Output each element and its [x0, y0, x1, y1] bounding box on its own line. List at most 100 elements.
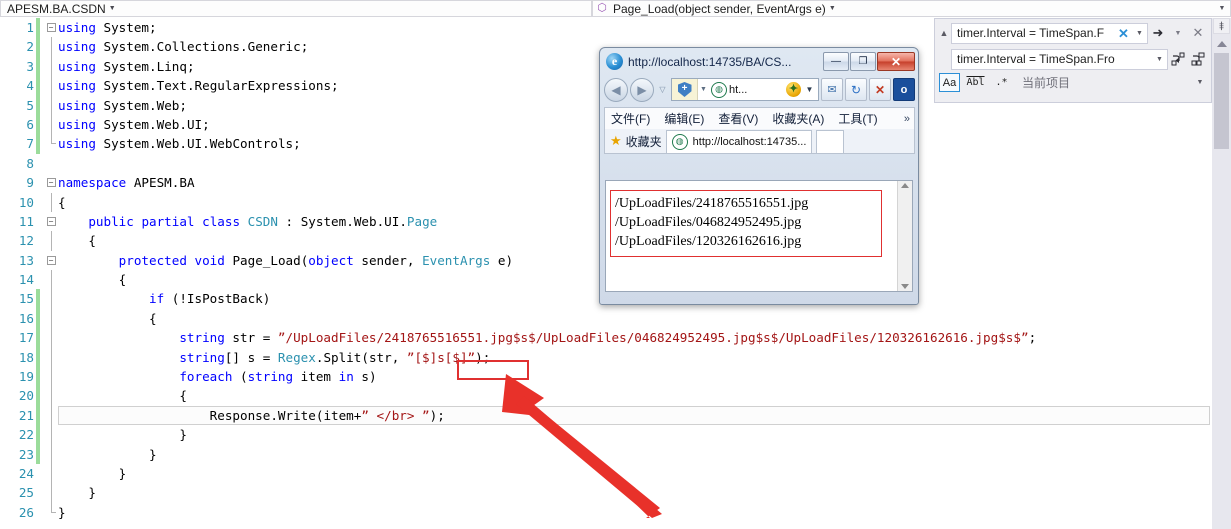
chevron-down-icon[interactable]: ▼	[801, 85, 818, 94]
outlook-app-icon[interactable]: o	[893, 78, 915, 101]
code-line[interactable]: 19 foreach (string item in s)	[0, 367, 1212, 387]
line-number: 12	[18, 233, 34, 249]
menu-item-edit[interactable]: 编辑(E)	[664, 110, 704, 127]
menu-item-favorites[interactable]: 收藏夹(A)	[772, 110, 824, 127]
browser-tab[interactable]: ◍ http://localhost:14735...	[665, 129, 813, 153]
outlining-toggle[interactable]: −	[44, 18, 58, 37]
outlining-toggle[interactable]	[44, 289, 58, 309]
scrollbar-thumb[interactable]	[1214, 53, 1229, 149]
address-bar[interactable]: + ▼ ◍ ht... ✦ ▼	[671, 78, 819, 101]
code-line[interactable]: 23 }	[0, 444, 1212, 464]
chevron-down-icon[interactable]: ▽	[656, 85, 669, 94]
mail-page-icon[interactable]: ✉	[821, 78, 843, 101]
line-number: 11	[18, 213, 34, 229]
outlining-toggle[interactable]	[44, 95, 58, 115]
code-line[interactable]: 25 }	[0, 483, 1212, 503]
code-line[interactable]: 16 {	[0, 308, 1212, 329]
use-regex-toggle[interactable]: .*	[991, 73, 1012, 92]
outlining-toggle[interactable]	[44, 405, 58, 426]
outlining-toggle[interactable]	[44, 56, 58, 77]
outlining-toggle[interactable]	[44, 502, 58, 522]
outlining-toggle[interactable]	[44, 114, 58, 135]
code-line[interactable]: 22 }	[0, 425, 1212, 445]
minimize-button[interactable]: —	[823, 52, 849, 71]
code-line-text: {	[58, 233, 96, 249]
outlining-toggle[interactable]	[44, 386, 58, 406]
replace-input[interactable]: timer.Interval = TimeSpan.Fro ▼	[951, 48, 1168, 70]
maximize-button[interactable]: ❐	[850, 52, 876, 71]
outlining-toggle[interactable]	[44, 76, 58, 96]
page-vertical-scrollbar[interactable]	[897, 181, 912, 291]
stop-x-icon[interactable]: ✕	[869, 78, 891, 101]
scroll-down-icon[interactable]	[901, 284, 909, 289]
outlining-toggle[interactable]	[44, 37, 58, 57]
code-line[interactable]: 21 Response.Write(item+” </br> ”);	[0, 405, 1212, 426]
outlining-toggle[interactable]	[44, 134, 58, 153]
menu-item-view[interactable]: 查看(V)	[718, 110, 758, 127]
outlining-toggle[interactable]	[44, 444, 58, 464]
scroll-up-icon[interactable]	[901, 183, 909, 188]
code-line-text: using System.Web.UI.WebControls;	[58, 136, 301, 152]
code-line[interactable]: 24 }	[0, 463, 1212, 484]
favorites-label[interactable]: 收藏夹	[626, 133, 662, 150]
outlining-toggle[interactable]: −	[44, 251, 58, 270]
replace-next-icon[interactable]	[1168, 49, 1188, 70]
outlining-toggle[interactable]: −	[44, 173, 58, 192]
outlining-toggle[interactable]	[44, 463, 58, 484]
chevron-down-icon[interactable]: ▼	[1192, 79, 1208, 86]
chevron-double-right-icon[interactable]: »	[904, 113, 914, 125]
forward-arrow-icon[interactable]: ▶	[630, 77, 654, 102]
code-line[interactable]: 18 string[] s = Regex.Split(str, ”[$]s[$…	[0, 347, 1212, 368]
outlining-toggle[interactable]	[44, 483, 58, 503]
chevron-up-icon[interactable]: ▲	[937, 23, 951, 43]
close-find-button[interactable]: ✕	[1188, 23, 1208, 44]
match-case-label: Aa	[942, 76, 957, 89]
uploaded-files-list: /UpLoadFiles/2418765516551.jpg /UpLoadFi…	[610, 190, 882, 257]
outlining-toggle[interactable]	[44, 231, 58, 251]
list-item: /UpLoadFiles/046824952495.jpg	[615, 215, 802, 230]
find-input[interactable]: timer.Interval = TimeSpan.F ✕ ▼	[951, 22, 1148, 44]
match-case-toggle[interactable]: Aa	[939, 73, 960, 92]
refresh-icon[interactable]: ↻	[845, 78, 867, 101]
menu-item-file[interactable]: 文件(F)	[611, 110, 650, 127]
replace-all-icon[interactable]	[1188, 49, 1208, 70]
outlining-toggle[interactable]	[44, 154, 58, 173]
chevron-down-icon[interactable]: ▼	[698, 86, 709, 93]
code-line[interactable]: 20 {	[0, 386, 1212, 406]
compat-shield-icon[interactable]: +	[672, 79, 698, 100]
find-next-dropdown-icon[interactable]: ▼	[1168, 23, 1188, 44]
accelerator-icon[interactable]: ✦	[786, 82, 801, 97]
outlining-toggle[interactable]	[44, 347, 58, 368]
chevron-down-icon[interactable]: ▼	[826, 1, 839, 16]
menu-item-tools[interactable]: 工具(T)	[838, 110, 877, 127]
use-regex-label: .*	[995, 77, 1008, 88]
new-tab-icon[interactable]	[816, 129, 845, 153]
find-next-button[interactable]: ➜	[1148, 23, 1168, 44]
split-view-icon[interactable]: ⯒	[1213, 18, 1230, 34]
outlining-toggle[interactable]	[44, 328, 58, 348]
outlining-toggle[interactable]	[44, 367, 58, 387]
change-indicator	[36, 289, 40, 309]
back-arrow-icon[interactable]: ◀	[604, 77, 628, 102]
class-selector-combo[interactable]: APESM.BA.CSDN ▼	[0, 0, 592, 17]
outlining-toggle[interactable]	[44, 308, 58, 329]
close-button[interactable]: ✕	[877, 52, 915, 71]
chevron-down-icon[interactable]: ▼	[1132, 30, 1147, 37]
scroll-up-icon[interactable]	[1213, 36, 1230, 52]
member-selector-combo[interactable]: ⬡ Page_Load(object sender, EventArgs e) …	[592, 0, 1231, 17]
clear-x-icon[interactable]: ✕	[1115, 27, 1132, 40]
outlining-toggle[interactable]: −	[44, 212, 58, 231]
outlining-toggle[interactable]	[44, 270, 58, 290]
code-line[interactable]: 17 string str = ”/UpLoadFiles/2418765516…	[0, 328, 1212, 348]
match-whole-word-toggle[interactable]: Abl	[965, 73, 986, 92]
search-scope-label[interactable]: 当前项目	[1017, 74, 1187, 91]
code-line[interactable]: 26}	[0, 502, 1212, 522]
editor-vertical-scrollbar[interactable]: ⯒	[1212, 18, 1231, 529]
code-line-text: }	[58, 427, 187, 443]
browser-title-bar[interactable]: e http://localhost:14735/BA/CS... — ❐ ✕	[600, 48, 918, 73]
outlining-toggle[interactable]	[44, 192, 58, 212]
chevron-down-icon[interactable]: ▼	[1152, 56, 1167, 63]
outlining-toggle[interactable]	[44, 425, 58, 445]
chevron-down-icon[interactable]: ▼	[1215, 2, 1229, 15]
chevron-down-icon[interactable]: ▼	[106, 1, 119, 16]
